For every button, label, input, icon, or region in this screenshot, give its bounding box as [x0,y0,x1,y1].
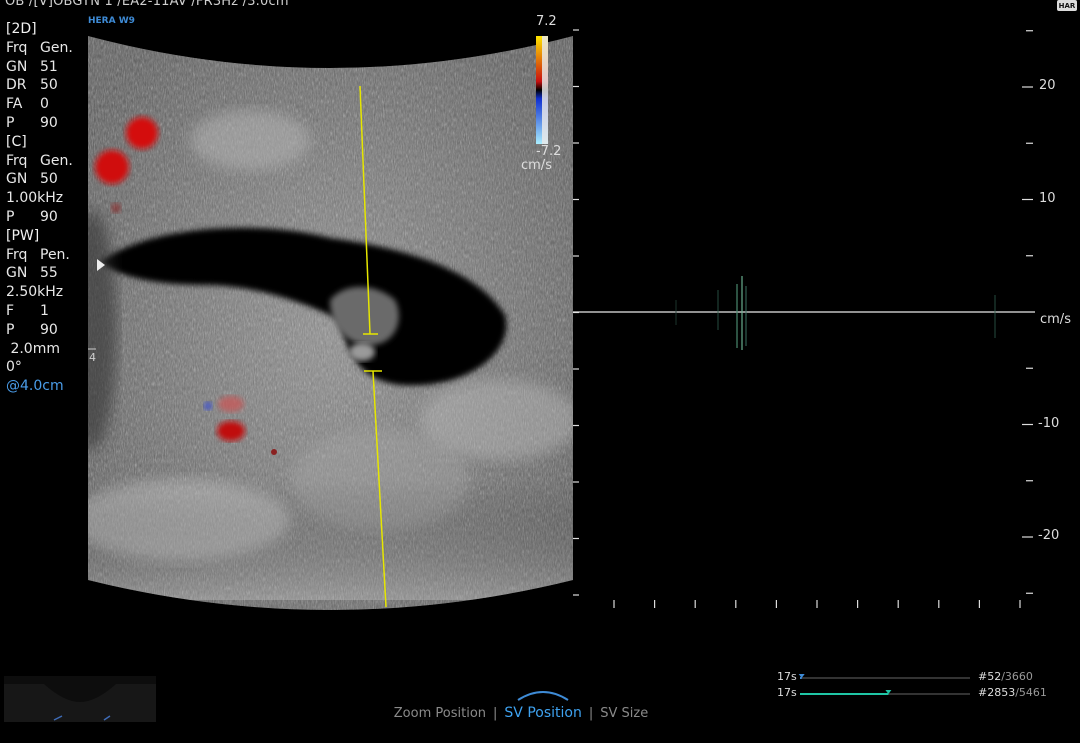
param-row: 1.00kHz [6,189,73,208]
color-scale-min: -7.2 [536,144,562,159]
menu-separator: | [588,706,594,721]
param-row: 2.0mm [6,340,73,359]
harmonic-badge-icon: HAR [1057,0,1077,11]
param-value: 50 [40,171,58,188]
param-row: Frq Gen. [6,39,73,58]
param-value: 51 [40,58,58,75]
menu-item-sv-size[interactable]: SV Size [600,706,648,721]
param-key: P [6,321,15,338]
param-row: P 90 [6,321,73,340]
param-key: Frq [6,39,28,56]
param-value: 1.00kHz [6,190,64,207]
param-row: GN 51 [6,58,73,77]
velocity-label: 20 [1039,78,1056,93]
timeline-time: 17s [777,670,797,683]
param-key: FA [6,96,23,113]
param-row: [2D] [6,20,73,39]
param-row: Frq Pen. [6,246,73,265]
param-row: FA 0 [6,95,73,114]
param-value: 1 [40,302,49,319]
spectral-signal [675,276,996,350]
menu-item-zoom-position[interactable]: Zoom Position [394,706,486,721]
param-key: P [6,114,15,131]
param-row: 0° [6,358,73,377]
velocity-unit: cm/s [1040,312,1071,327]
param-value: Gen. [40,152,73,169]
menu-separator: | [493,706,498,721]
param-value: 2.50kHz [6,284,64,301]
param-key: [C] [6,133,27,150]
param-value: 90 [40,208,58,225]
menu-item-sv-position[interactable]: SV Position [504,705,581,721]
param-key: F [6,302,15,319]
param-value: Gen. [40,39,73,56]
param-key: GN [6,265,28,282]
param-key: Frq [6,246,28,263]
color-scale-max: 7.2 [536,14,557,29]
param-row: @4.0cm [6,377,73,396]
frame-total: /5461 [1015,686,1047,699]
color-scale-unit: cm/s [521,158,552,173]
scan-header: OB /[V]OBGYN 1 /EA2-11AV /FR3Hz /3.0cm [5,0,289,9]
brand-logo: HERA W9 [88,16,135,26]
menu-arc-indicator [517,691,569,701]
param-value: 2.0mm [6,340,60,357]
color-scale-bar [536,36,548,144]
param-row: Frq Gen. [6,152,73,171]
timeline-frame: #52/3660 [978,670,1033,683]
param-value: Pen. [40,246,70,263]
param-value: 55 [40,265,58,282]
frame-total: /3660 [1001,670,1033,683]
param-row: P 90 [6,208,73,227]
frame-index: #2853 [978,686,1016,699]
bottom-menu: Zoom Position | SV Position | SV Size [0,705,1042,721]
param-key: GN [6,171,28,188]
param-key: P [6,208,15,225]
timeline-frame: #2853/5461 [978,686,1047,699]
param-value: 90 [40,114,58,131]
param-value: 90 [40,321,58,338]
param-key: [PW] [6,227,40,244]
param-row: [C] [6,133,73,152]
param-key: Frq [6,152,28,169]
time-axis [613,600,1021,608]
param-value: 0° [6,359,22,376]
param-value: 0 [40,96,49,113]
velocity-label: 10 [1039,190,1056,206]
param-row: GN 55 [6,264,73,283]
param-value: @4.0cm [6,378,64,395]
param-row: DR 50 [6,76,73,95]
timeline-time: 17s [777,686,797,699]
param-key: [2D] [6,21,37,37]
cine-timelines[interactable] [798,674,970,695]
depth-marker: 4 [89,351,96,364]
param-key: DR [6,77,27,94]
param-row: 2.50kHz [6,283,73,302]
velocity-label: -10 [1038,415,1060,431]
param-row: F1 [6,302,73,321]
param-row: GN 50 [6,170,73,189]
parameter-panel: [2D] Frq Gen. GN 51 DR 50 FA 0 P 90 [C] Frq Gen. GN 50 1… [6,20,73,396]
velocity-label: -20 [1038,528,1060,543]
spectral-doppler-display [573,30,1035,608]
param-value: 50 [40,77,58,94]
param-row: P 90 [6,114,73,133]
param-row: [PW] [6,227,73,246]
frame-index: #52 [978,670,1002,683]
param-key: GN [6,58,28,75]
